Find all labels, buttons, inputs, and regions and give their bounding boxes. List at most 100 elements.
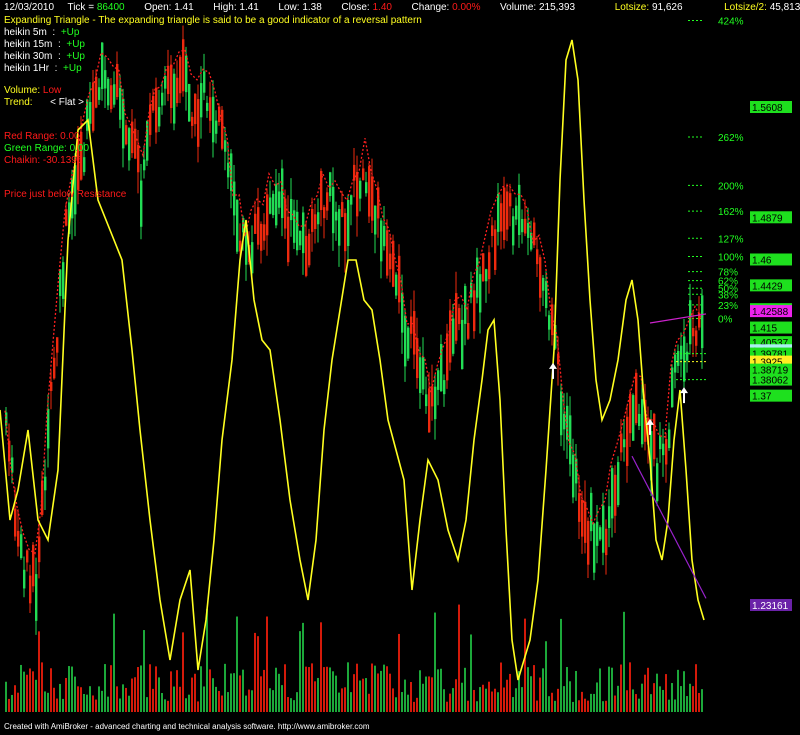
volume-bar <box>155 666 157 712</box>
candle-body <box>14 508 17 537</box>
volume-bar <box>5 681 7 712</box>
candle-body <box>527 223 530 238</box>
volume-bar <box>92 695 94 712</box>
candle-body <box>368 166 371 217</box>
volume-bar <box>164 699 166 712</box>
candle-body <box>569 415 572 465</box>
heikin-dotted-line <box>4 48 702 555</box>
heikin-value: +Up <box>63 63 82 74</box>
candle-body <box>125 125 128 145</box>
candle-body <box>230 153 233 191</box>
volume-bar <box>446 701 448 712</box>
volume-bar <box>389 673 391 712</box>
volume-bar <box>215 686 217 712</box>
candle-body <box>449 310 452 363</box>
volume-bar <box>452 688 454 712</box>
candle-body <box>137 144 140 173</box>
header-bar: 12/03/2010 Tick = 86400 Open: 1.41 High:… <box>4 2 800 13</box>
volume-bar <box>23 671 25 712</box>
candle-body <box>17 530 20 547</box>
volume-bar <box>383 664 385 712</box>
volume-bar <box>425 676 427 712</box>
pattern-description: Expanding Triangle - The expanding trian… <box>4 15 422 26</box>
chart-canvas: 424%262%200%162%127%100%78%62%50%38%23%0… <box>0 16 792 712</box>
candle-body <box>566 405 569 440</box>
volume-bar <box>605 700 607 712</box>
candle-body <box>335 211 338 221</box>
candle-body <box>167 65 170 95</box>
candle-body <box>65 209 68 226</box>
fib-level-label: 162% <box>718 207 744 218</box>
volume-bar <box>221 695 223 712</box>
candle-body <box>671 367 674 408</box>
volume-bar <box>233 673 235 712</box>
candle-body <box>545 281 548 309</box>
volume-bar <box>479 687 481 712</box>
candle-body <box>476 257 479 298</box>
candle-body <box>350 195 353 205</box>
candle-body <box>98 87 101 100</box>
candle-body <box>329 172 332 196</box>
candle-body <box>434 386 437 420</box>
volume-bar <box>119 698 121 712</box>
volume-bar <box>470 634 472 712</box>
volume-bar <box>230 673 232 712</box>
volume-bar <box>365 678 367 712</box>
volume-bar <box>26 674 28 712</box>
red-range: Red Range: 0.00 <box>4 131 80 142</box>
candle-body <box>626 416 629 466</box>
header-date: 12/03/2010 <box>4 2 55 13</box>
fib-level-label: 200% <box>718 181 744 192</box>
volume-bar <box>449 693 451 712</box>
fib-level-label: 262% <box>718 133 744 144</box>
volume-status-value: Low <box>42 85 62 96</box>
volume-bar <box>443 689 445 712</box>
candle-body <box>53 357 56 379</box>
volume-bar <box>614 695 616 712</box>
high-label: High: <box>213 2 237 13</box>
volume-bar <box>275 667 277 712</box>
candle-body <box>263 224 266 241</box>
volume-bar <box>281 685 283 712</box>
candle-body <box>686 351 689 361</box>
volume-bar <box>77 686 79 712</box>
volume-bar <box>593 693 595 712</box>
candle-body <box>110 85 113 110</box>
fib-level-lines <box>688 19 704 319</box>
volume-bar <box>386 666 388 712</box>
fib-level-label: 0% <box>718 314 733 325</box>
candle-body <box>311 208 314 232</box>
candle-body <box>413 311 416 355</box>
volume-bar <box>371 663 373 712</box>
volume-bar <box>143 630 145 712</box>
volume-bar <box>683 671 685 712</box>
candle-body <box>410 316 413 334</box>
candle-body <box>596 521 599 546</box>
volume-bar <box>17 692 19 712</box>
volume-bar <box>350 692 352 712</box>
volume-bar <box>140 665 142 712</box>
candle-body <box>128 128 131 161</box>
volume-bar <box>83 693 85 712</box>
volume-bar <box>278 673 280 712</box>
volume-bar <box>95 699 97 712</box>
candle-body <box>188 83 191 122</box>
volume-bar <box>200 666 202 712</box>
candle-body <box>356 171 359 217</box>
volume-bar <box>293 700 295 712</box>
candle-body <box>170 64 173 108</box>
volume-bar <box>368 693 370 712</box>
close-label: Close: <box>341 2 370 13</box>
candle-body <box>695 330 698 346</box>
green-range: Green Range: 0.00 <box>4 143 90 154</box>
candle-body <box>146 120 149 161</box>
volume-bar <box>131 678 133 712</box>
volume-bar <box>533 665 535 712</box>
candle-body <box>419 357 422 394</box>
volume-bar <box>557 688 559 712</box>
volume-bar <box>248 689 250 712</box>
candle-body <box>560 391 563 436</box>
tick-label: Tick = <box>67 2 95 13</box>
candle-body <box>689 300 692 345</box>
volume-bar <box>227 692 229 712</box>
